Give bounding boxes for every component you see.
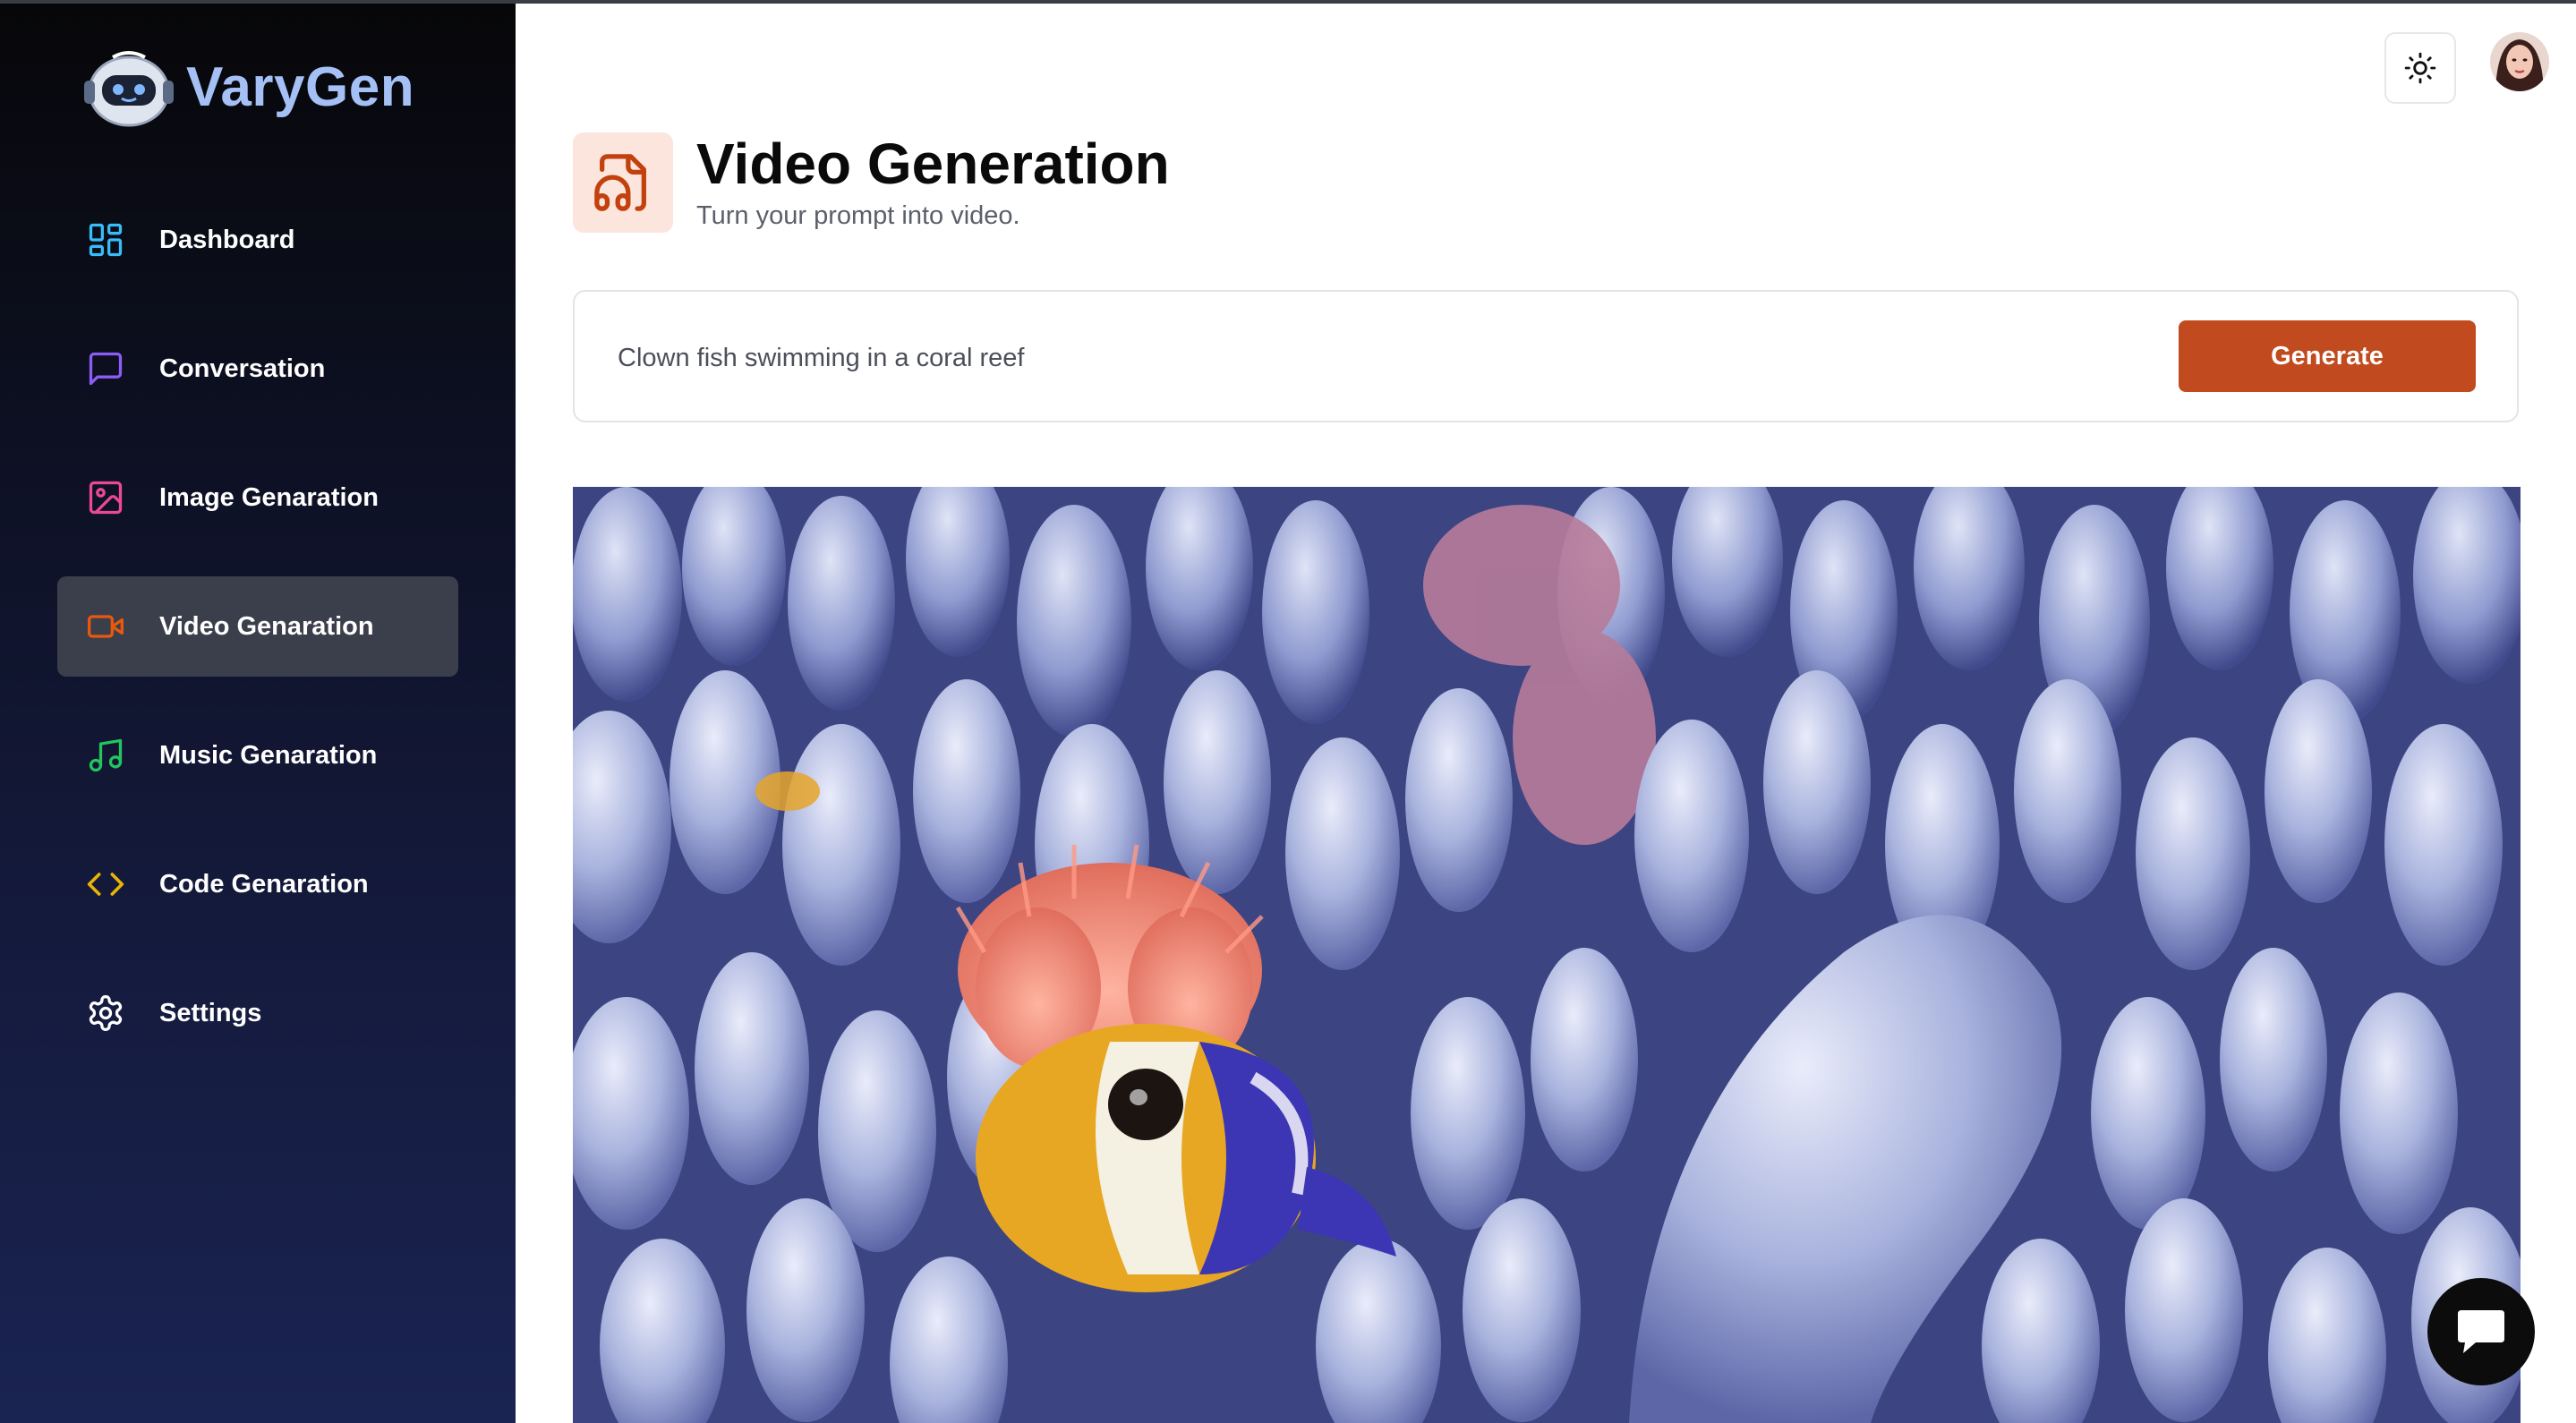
user-avatar[interactable] [2490,32,2549,91]
generate-button[interactable]: Generate [2179,320,2476,392]
chat-bubble-icon [2458,1310,2504,1353]
settings-icon [86,993,125,1033]
theme-toggle-button[interactable] [2384,32,2456,104]
sidebar-item-label: Settings [159,998,262,1027]
sidebar-item-settings[interactable]: Settings [57,963,458,1063]
brand-name: VaryGen [186,56,415,118]
file-audio-icon [573,132,673,233]
code-icon [86,865,125,904]
sidebar-item-label: Code Genaration [159,869,369,899]
sidebar-item-image-generation[interactable]: Image Genaration [57,447,458,548]
sidebar-item-code-generation[interactable]: Code Genaration [57,834,458,934]
music-icon [86,736,125,775]
page-title: Video Generation [696,131,1170,196]
sidebar-item-music-generation[interactable]: Music Genaration [57,705,458,805]
video-player[interactable] [573,487,2521,1423]
sidebar-nav: Dashboard Conversation Image Genaration [57,190,458,1092]
message-square-icon [86,349,125,388]
sidebar-item-dashboard[interactable]: Dashboard [57,190,458,290]
brand[interactable]: VaryGen [82,45,414,130]
image-icon [86,478,125,517]
window-top-border [0,0,2576,4]
prompt-input[interactable] [618,328,2139,388]
sidebar-item-label: Dashboard [159,225,295,254]
sidebar-item-label: Image Genaration [159,482,379,512]
sidebar-item-label: Music Genaration [159,740,378,770]
sidebar-item-label: Conversation [159,354,326,383]
sidebar-item-label: Video Genaration [159,611,374,641]
prompt-form: Generate [573,290,2519,422]
layout-dashboard-icon [86,220,125,260]
support-chat-button[interactable] [2427,1278,2535,1385]
sidebar-item-video-generation[interactable]: Video Genaration [57,576,458,677]
video-icon [86,607,125,646]
sun-icon [2404,52,2436,84]
page-subtitle: Turn your prompt into video. [696,201,1020,231]
page-header: Video Generation Turn your prompt into v… [573,131,1170,234]
sidebar-item-conversation[interactable]: Conversation [57,319,458,419]
video-frame [573,487,2521,1423]
robot-logo-icon [84,50,174,126]
sidebar: VaryGen Dashboard Conversation Image Gen… [0,0,516,1423]
